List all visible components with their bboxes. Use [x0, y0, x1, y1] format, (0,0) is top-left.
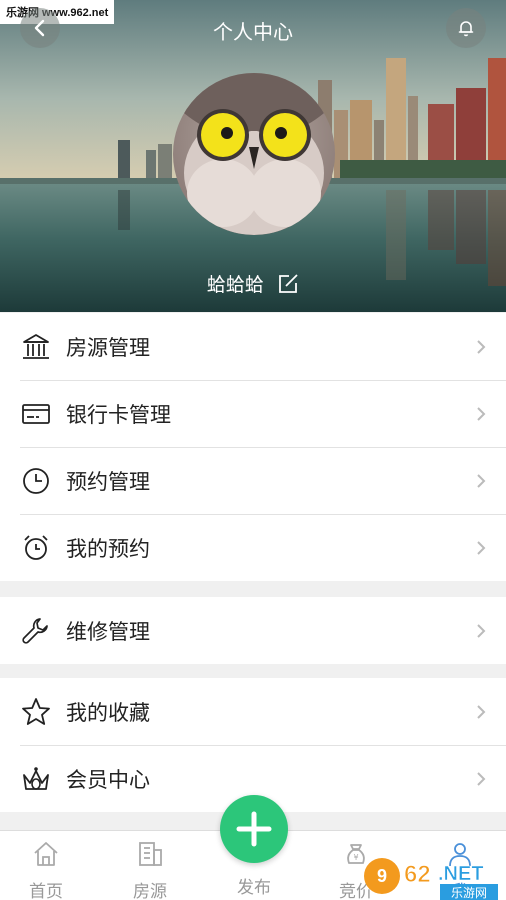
chevron-right-icon: [477, 473, 486, 488]
menu-item-label: 我的预约: [66, 537, 150, 561]
menu-item-my-favorites[interactable]: 我的收藏: [0, 678, 506, 745]
profile-header: 乐游网 www.962.net 个人中心 蛤蛤蛤: [0, 0, 506, 312]
tab-label: 首页: [29, 882, 63, 900]
menu-item-property-management[interactable]: 房源管理: [0, 313, 506, 380]
menu-item-label: 会员中心: [66, 768, 150, 792]
menu-item-label: 房源管理: [66, 336, 150, 360]
chevron-right-icon: [477, 339, 486, 354]
wrench-icon: [20, 615, 52, 647]
card-icon: [20, 398, 52, 430]
username-row: 蛤蛤蛤: [0, 270, 506, 297]
home-icon: [34, 842, 58, 866]
menu-item-label: 银行卡管理: [66, 403, 171, 427]
tab-home[interactable]: 首页: [0, 831, 96, 900]
svg-text:9: 9: [377, 866, 387, 886]
chevron-right-icon: [477, 623, 486, 638]
menu-item-label: 我的收藏: [66, 701, 150, 725]
menu-group-1: 房源管理 银行卡管理 预约管理 我的预约: [0, 313, 506, 581]
menu-item-repair-management[interactable]: 维修管理: [0, 597, 506, 664]
menu-item-bank-card-management[interactable]: 银行卡管理: [0, 380, 506, 447]
publish-label: 发布: [237, 878, 271, 897]
clock-icon: [20, 465, 52, 497]
edit-icon[interactable]: [277, 273, 299, 295]
chevron-right-icon: [477, 704, 486, 719]
publish-button[interactable]: [220, 795, 288, 863]
bank-icon: [20, 331, 52, 363]
plus-icon: [236, 811, 272, 847]
username: 蛤蛤蛤: [206, 275, 264, 296]
crown-icon: [20, 763, 52, 795]
chevron-right-icon: [477, 771, 486, 786]
building-icon: [139, 842, 162, 866]
page-title: 个人中心: [213, 22, 293, 44]
menu-item-appointment-management[interactable]: 预约管理: [0, 447, 506, 514]
tab-label: 房源: [133, 882, 167, 900]
menu-item-label: 预约管理: [66, 470, 150, 494]
menu-item-my-appointments[interactable]: 我的预约: [0, 514, 506, 581]
menu-group-3: 我的收藏 会员中心: [0, 678, 506, 812]
tab-listings[interactable]: 房源: [100, 831, 200, 900]
menu-group-2: 维修管理: [0, 597, 506, 664]
svg-text:.NET: .NET: [438, 863, 484, 885]
watermark-logo: 9 62 .NET 乐游网: [360, 848, 506, 900]
chevron-right-icon: [477, 540, 486, 555]
alarm-icon: [20, 532, 52, 564]
notification-button[interactable]: [446, 8, 486, 48]
menu-item-label: 维修管理: [66, 620, 150, 644]
owl-avatar-image: [173, 73, 335, 235]
chevron-right-icon: [477, 406, 486, 421]
svg-text:乐游网: 乐游网: [451, 886, 487, 900]
avatar[interactable]: [173, 73, 335, 235]
star-icon: [20, 696, 52, 728]
svg-text:62: 62: [404, 861, 431, 888]
bell-icon: [458, 21, 474, 37]
svg-text:¥: ¥: [353, 853, 358, 862]
